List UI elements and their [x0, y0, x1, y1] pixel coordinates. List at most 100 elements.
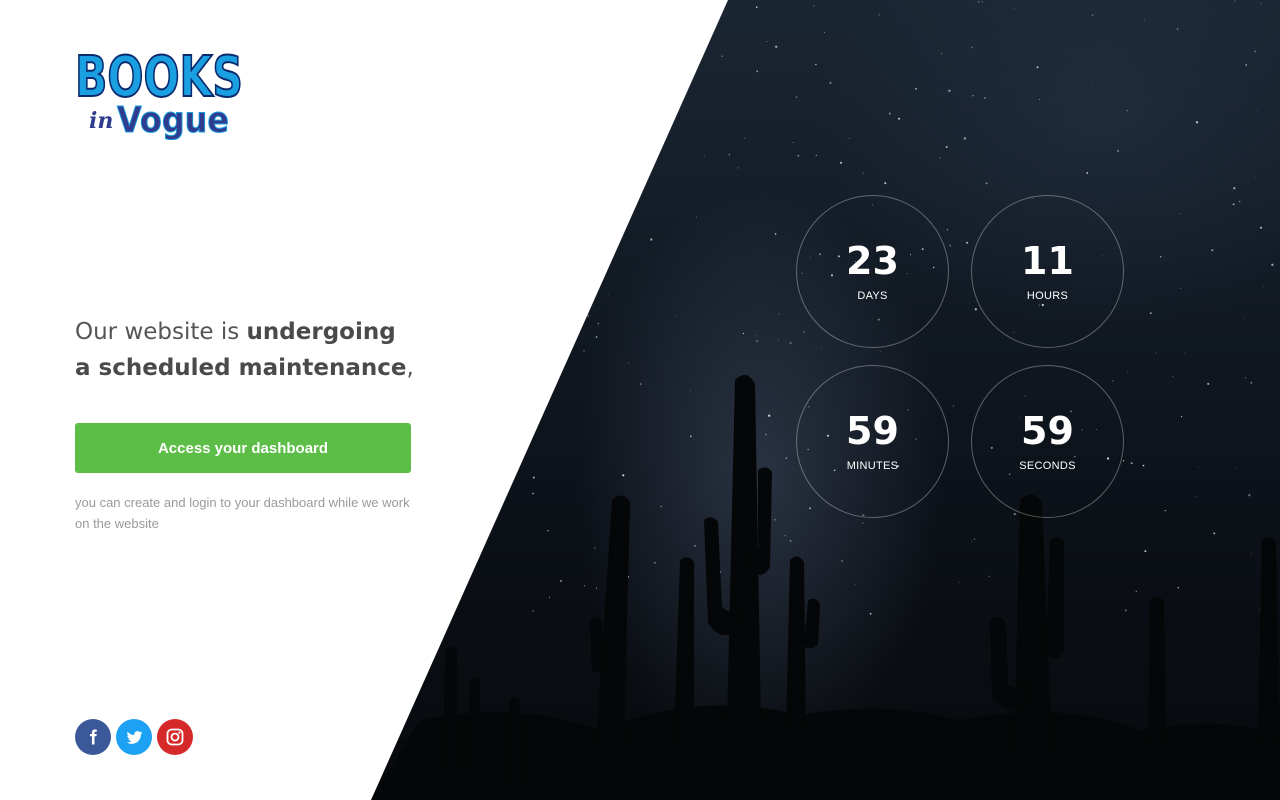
star	[391, 151, 393, 153]
star	[487, 274, 490, 277]
star	[775, 45, 778, 48]
dashboard-note: you can create and login to your dashboa…	[75, 495, 410, 531]
star	[690, 390, 691, 392]
star	[1180, 415, 1183, 418]
star	[486, 522, 489, 526]
star	[815, 63, 817, 66]
star	[453, 88, 454, 90]
star	[594, 547, 596, 549]
star	[590, 152, 592, 154]
star	[443, 99, 444, 101]
star	[690, 435, 692, 438]
star	[677, 16, 678, 18]
star	[1091, 14, 1094, 16]
star	[840, 559, 844, 563]
books-in-vogue-logo[interactable]: BOOKS in Vogue	[74, 44, 245, 142]
star	[1130, 462, 1133, 465]
star	[803, 331, 806, 334]
minutes-label: MINUTES	[846, 460, 899, 472]
star	[643, 76, 645, 78]
star	[1207, 382, 1210, 385]
star	[764, 433, 767, 436]
star	[583, 585, 586, 587]
star	[768, 414, 771, 417]
star	[1233, 187, 1236, 190]
star	[417, 487, 421, 490]
star	[421, 254, 424, 257]
maintenance-headline: Our website is undergoing a scheduled ma…	[75, 314, 435, 386]
star	[797, 154, 800, 157]
star	[382, 605, 385, 608]
countdown-seconds: 59 SECONDS	[971, 365, 1124, 518]
star	[1124, 609, 1127, 612]
star	[1179, 287, 1182, 290]
star	[602, 299, 604, 300]
star	[792, 142, 794, 144]
star	[1039, 98, 1040, 100]
star	[1260, 226, 1262, 229]
star	[487, 191, 489, 194]
star	[970, 46, 973, 49]
star	[728, 154, 730, 156]
access-dashboard-button[interactable]: Access your dashboard	[75, 423, 411, 473]
star	[985, 182, 988, 185]
headline-part1: Our website is	[75, 319, 247, 345]
star	[597, 322, 600, 325]
star	[437, 219, 439, 222]
hours-label: HOURS	[1026, 290, 1069, 302]
star	[862, 522, 864, 524]
star	[789, 539, 792, 542]
star	[443, 137, 445, 138]
star	[1127, 372, 1129, 373]
star	[862, 172, 864, 174]
headline-bold1: undergoing	[246, 319, 396, 345]
star	[824, 31, 826, 33]
star	[737, 175, 739, 177]
star	[580, 216, 582, 218]
star	[1254, 50, 1257, 53]
star	[878, 14, 880, 16]
star	[1177, 587, 1179, 589]
seconds-label: SECONDS	[1019, 460, 1076, 472]
star	[586, 314, 590, 317]
star	[449, 545, 450, 547]
star	[1164, 509, 1166, 512]
star	[848, 138, 850, 139]
star	[1116, 149, 1120, 153]
star	[915, 87, 918, 90]
star	[694, 544, 696, 547]
star	[513, 103, 515, 105]
star	[1036, 66, 1039, 69]
star	[497, 111, 500, 114]
star	[1248, 494, 1251, 497]
star	[660, 505, 662, 508]
star	[945, 146, 948, 148]
star	[839, 161, 843, 164]
star	[501, 138, 504, 140]
star	[948, 89, 951, 92]
star	[532, 492, 534, 495]
star	[755, 6, 758, 9]
star	[1160, 256, 1162, 258]
instagram-link[interactable]	[157, 719, 193, 755]
star	[501, 236, 504, 239]
star	[1176, 28, 1179, 31]
star	[531, 22, 533, 24]
twitter-link[interactable]	[116, 719, 152, 755]
star	[972, 94, 974, 97]
facebook-link[interactable]	[75, 719, 111, 755]
star	[471, 280, 474, 283]
star	[654, 561, 656, 564]
star	[946, 229, 948, 231]
star	[971, 541, 973, 543]
instagram-icon	[166, 728, 184, 746]
star	[884, 182, 887, 185]
star	[499, 6, 502, 9]
star	[1155, 352, 1157, 354]
star	[583, 349, 585, 352]
star	[401, 212, 404, 215]
star	[756, 340, 759, 343]
star	[1211, 249, 1214, 252]
star	[963, 137, 967, 140]
twitter-icon	[126, 730, 142, 744]
